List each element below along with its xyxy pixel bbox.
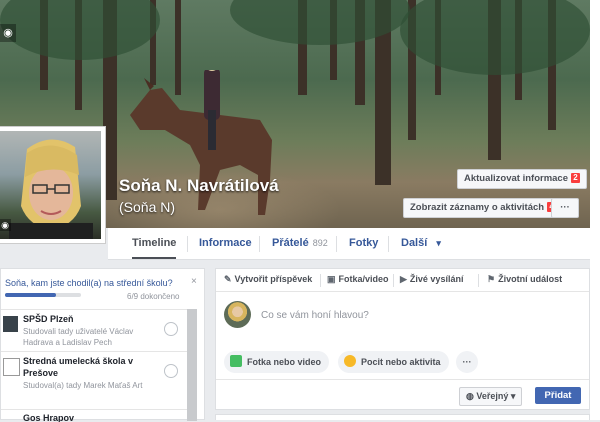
post-composer: ✎ Vytvořit příspěvek ▣ Fotka/video ▶ Živé v…	[215, 268, 590, 410]
pill-label: Fotka nebo video	[247, 357, 322, 367]
tab-life-event[interactable]: ⚑ Životní událost	[487, 274, 562, 285]
horse-rider-image	[130, 70, 272, 215]
photo-icon	[230, 355, 242, 367]
tab-label: Další	[401, 237, 428, 249]
pill-label: Pocit nebo aktivita	[361, 357, 441, 367]
school-name[interactable]: Stredná umelecká škola v Prešove	[23, 355, 163, 379]
school-logo	[3, 358, 20, 376]
composer-tab-label: Živé vysílání	[409, 274, 464, 284]
friend-count: 892	[312, 238, 328, 248]
school-name[interactable]: SPŠD Plzeň	[23, 313, 163, 325]
activity-log-label: Zobrazit záznamy o aktivitách	[410, 202, 545, 213]
audience-label: Veřejný	[476, 391, 509, 401]
tab-timeline[interactable]: Timeline	[132, 228, 177, 259]
profile-photo-image	[9, 139, 93, 239]
profile-name[interactable]: Soňa N. Navrátilová	[119, 176, 279, 196]
photo-video-button[interactable]: Fotka nebo video	[224, 351, 330, 373]
camera-icon[interactable]: ◉	[0, 24, 16, 42]
audience-selector[interactable]: ◍ Veřejný ▾	[459, 387, 523, 406]
camera-icon: ▣	[327, 274, 336, 284]
school-name[interactable]: Gos Hrapov	[23, 412, 163, 422]
tab-label: Přátelé	[272, 237, 309, 249]
pencil-icon: ✎	[224, 274, 232, 284]
avatar[interactable]	[224, 301, 251, 328]
more-options-button[interactable]: ···	[551, 198, 579, 218]
tab-label: Fotky	[349, 237, 379, 249]
school-mutuals: Studovali tady uživatelé Václav Hadrava …	[23, 327, 134, 347]
school-prompt-card: Soňa, kam jste chodil(a) na střední škol…	[0, 268, 205, 422]
update-info-badge: 2	[571, 173, 580, 183]
school-suggestion[interactable]: Stredná umelecká škola v Prešove Studova…	[1, 351, 187, 396]
profile-picture[interactable]: ◉	[0, 126, 106, 244]
smiley-icon	[344, 355, 356, 367]
select-radio[interactable]	[164, 364, 178, 378]
close-icon[interactable]: ×	[191, 276, 197, 287]
composer-tab-label: Fotka/video	[338, 274, 389, 284]
tab-friends[interactable]: Přátelé 892	[272, 228, 328, 259]
profile-nav: Timeline Informace Přátelé 892 Fotky Dalš…	[108, 228, 590, 260]
school-suggestion[interactable]: SPŠD Plzeň Studovali tady uživatelé Václ…	[1, 309, 187, 350]
composer-tab-label: Vytvořit příspěvek	[234, 274, 313, 284]
camera-icon[interactable]: ◉	[0, 219, 11, 231]
composer-tab-label: Životní událost	[498, 274, 563, 284]
flag-icon: ⚑	[487, 274, 496, 284]
globe-icon: ◍	[466, 391, 477, 401]
school-suggestion[interactable]: Gos Hrapov	[1, 409, 187, 422]
activity-log-button[interactable]: Zobrazit záznamy o aktivitách4	[403, 198, 564, 218]
tab-label: Informace	[199, 237, 252, 249]
tab-informace[interactable]: Informace	[199, 228, 252, 259]
chevron-down-icon: ▾	[508, 391, 516, 401]
chevron-down-icon: ▾	[436, 238, 441, 248]
tab-photos[interactable]: Fotky	[349, 228, 378, 259]
school-mutuals: Studoval(a) tady Marek Maťaš Art	[23, 381, 143, 390]
alternate-name: (Soňa N)	[119, 199, 176, 215]
update-info-label: Aktualizovat informace	[464, 173, 568, 184]
tab-photo-video[interactable]: ▣ Fotka/video	[327, 274, 389, 285]
more-icon: ···	[560, 202, 570, 213]
page-right-margin	[590, 0, 600, 420]
more-actions-button[interactable]: ···	[456, 351, 478, 373]
update-info-button[interactable]: Aktualizovat informace 2	[457, 169, 587, 189]
scrollbar[interactable]	[187, 309, 197, 421]
school-question[interactable]: Soňa, kam jste chodil(a) na střední škol…	[5, 278, 173, 288]
composer-tabs: ✎ Vytvořit příspěvek ▣ Fotka/video ▶ Živé v…	[216, 269, 589, 292]
select-radio[interactable]	[164, 322, 178, 336]
feed-card	[215, 414, 590, 420]
more-icon: ···	[462, 357, 472, 367]
school-logo	[3, 316, 18, 332]
progress-bar	[5, 293, 81, 297]
tab-create-post[interactable]: ✎ Vytvořit příspěvek	[224, 274, 312, 285]
tab-live-video[interactable]: ▶ Živé vysílání	[400, 274, 463, 285]
tab-label: Timeline	[132, 237, 177, 249]
video-icon: ▶	[400, 274, 407, 284]
status-input[interactable]: Co se vám honí hlavou?	[261, 310, 369, 321]
progress-text: 6/9 dokončeno	[127, 292, 180, 301]
feeling-activity-button[interactable]: Pocit nebo aktivita	[338, 351, 449, 373]
tab-more[interactable]: Další ▾	[401, 228, 441, 259]
post-button[interactable]: Přidat	[535, 387, 581, 404]
